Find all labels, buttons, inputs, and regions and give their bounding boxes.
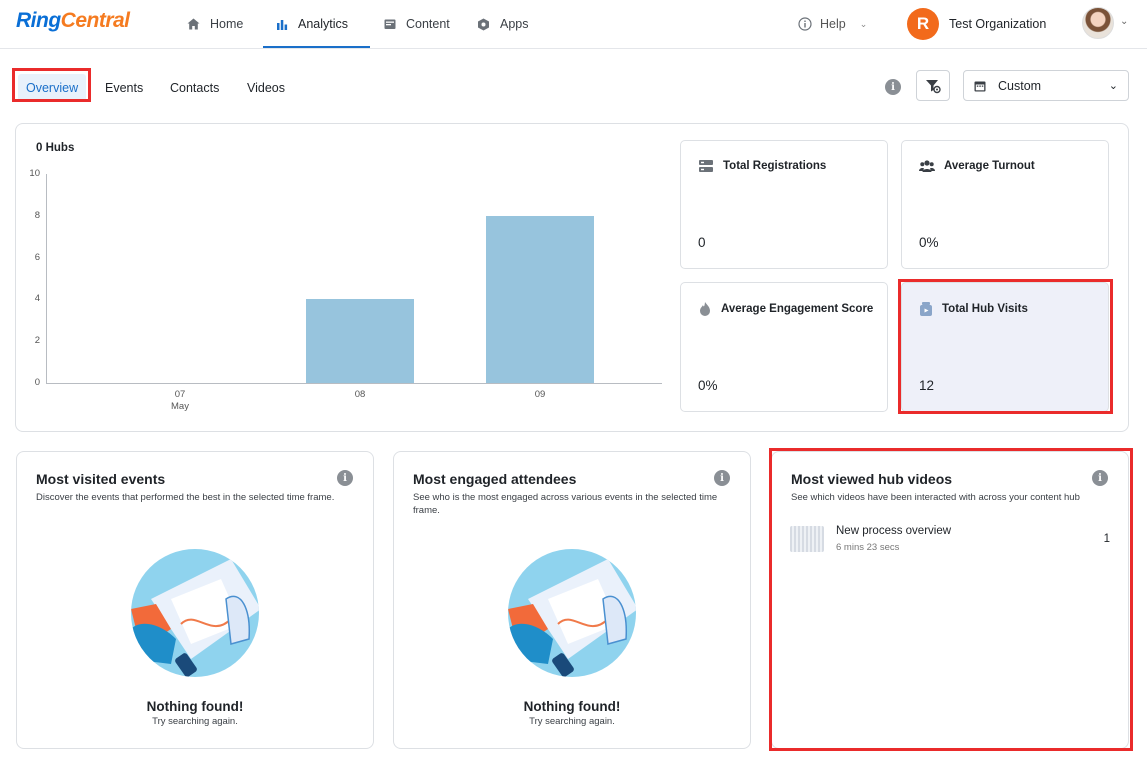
org-logo-icon: R — [907, 8, 939, 40]
empty-state-title: Nothing found! — [523, 699, 621, 714]
stat-average-engagement-score: Average Engagement Score 0% — [680, 282, 888, 412]
chart-x-tick-label: 09 — [534, 389, 546, 400]
ringcentral-logo[interactable]: RingCentral — [16, 9, 130, 33]
nav-content-label: Content — [406, 17, 450, 31]
stat-label: Total Registrations — [723, 160, 827, 172]
tab-events-label: Events — [105, 81, 144, 95]
nav-home[interactable]: Home — [187, 0, 243, 48]
panel-most-engaged-attendees: Most engaged attendees i See who is the … — [393, 451, 751, 749]
chart-y-tick-label: 8 — [34, 209, 40, 221]
stat-value: 0 — [698, 235, 706, 250]
filter-settings-button[interactable] — [916, 70, 950, 101]
date-range-value: Custom — [998, 78, 1042, 93]
chart-y-tick-label: 4 — [34, 293, 40, 305]
help-label: Help — [820, 17, 846, 31]
panel-title: Most visited events — [36, 471, 166, 487]
info-icon[interactable]: i — [337, 470, 353, 486]
highlight-total-hub-visits — [898, 279, 1113, 414]
registrations-icon — [699, 160, 713, 172]
chart-title: 0 Hubs — [36, 142, 75, 154]
info-icon[interactable]: i — [714, 470, 730, 486]
filter-gear-icon — [926, 79, 941, 93]
stat-value: 0% — [919, 235, 939, 250]
avatar-chevron-down-icon[interactable]: ⌄ — [1120, 16, 1128, 27]
empty-state-subtitle: Try searching again. — [152, 716, 238, 727]
nav-analytics[interactable]: Analytics — [276, 0, 348, 48]
chart-y-axis — [46, 174, 47, 384]
nav-apps[interactable]: Apps — [477, 0, 529, 48]
chart-y-tick-label: 2 — [34, 335, 40, 347]
panel-most-visited-events: Most visited events i Discover the event… — [16, 451, 374, 749]
help-menu[interactable]: Help ⌄ — [798, 0, 867, 48]
empty-state-title: Nothing found! — [146, 699, 244, 714]
highlight-overview-tab — [12, 68, 91, 102]
info-icon[interactable]: i — [885, 79, 901, 95]
chevron-down-icon: ⌄ — [859, 18, 868, 29]
empty-state-subtitle: Try searching again. — [529, 716, 615, 727]
help-info-icon — [798, 17, 812, 31]
people-icon — [919, 160, 935, 172]
panel-description: See who is the most engaged across vario… — [413, 492, 718, 516]
chart-y-tick-label: 0 — [34, 377, 40, 388]
calendar-icon — [974, 81, 986, 91]
panel-title: Most engaged attendees — [413, 471, 577, 487]
chart-x-tick-label: 08 — [354, 389, 366, 400]
stat-label: Average Turnout — [944, 160, 1035, 172]
active-nav-indicator — [263, 46, 370, 48]
flame-icon — [700, 302, 710, 316]
nav-home-label: Home — [210, 17, 244, 31]
tab-videos[interactable]: Videos — [247, 74, 285, 102]
chart-x-sublabel: May — [171, 401, 189, 412]
tab-videos-label: Videos — [247, 81, 285, 95]
chart-bar[interactable] — [306, 299, 414, 383]
stat-average-turnout: Average Turnout 0% — [901, 140, 1109, 269]
chevron-down-icon: ⌄ — [1108, 80, 1118, 92]
nav-apps-label: Apps — [500, 17, 529, 31]
stat-value: 0% — [698, 378, 718, 393]
highlight-most-viewed-hub-videos — [769, 448, 1133, 751]
chart-x-tick-label: 07 — [174, 389, 186, 400]
chart-x-axis — [46, 383, 662, 384]
stat-label: Average Engagement Score — [721, 303, 874, 315]
stat-total-registrations: Total Registrations 0 — [680, 140, 888, 269]
user-avatar[interactable] — [1082, 7, 1114, 39]
chart-y-tick-label: 10 — [29, 168, 40, 179]
panel-description: Discover the events that performed the b… — [36, 492, 335, 503]
empty-state-illustration — [508, 549, 636, 677]
nav-analytics-label: Analytics — [298, 17, 349, 31]
tab-events[interactable]: Events — [105, 74, 143, 102]
chart-bar[interactable] — [486, 215, 594, 383]
tab-contacts[interactable]: Contacts — [170, 74, 219, 102]
nav-content[interactable]: Content — [384, 0, 450, 48]
organization-switcher[interactable]: R Test Organization — [907, 8, 1046, 40]
org-name: Test Organization — [949, 17, 1047, 31]
tab-contacts-label: Contacts — [170, 81, 220, 95]
top-navigation-bar: RingCentral Home Analytics Content Apps … — [0, 0, 1147, 49]
bar-chart-icon — [277, 20, 288, 30]
chart-y-tick-label: 6 — [34, 251, 40, 263]
apps-icon — [478, 18, 489, 30]
empty-state-illustration — [131, 549, 259, 677]
date-range-select[interactable]: Custom ⌄ — [963, 70, 1129, 101]
content-icon — [384, 19, 396, 29]
home-icon — [187, 18, 200, 30]
